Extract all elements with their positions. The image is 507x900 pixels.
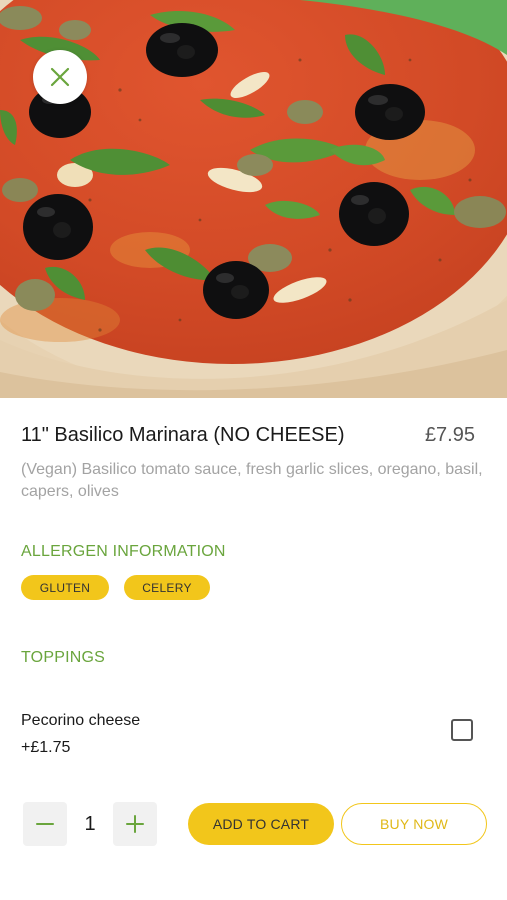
close-button[interactable]: [33, 50, 87, 104]
product-title: 11" Basilico Marinara (NO CHEESE): [21, 424, 345, 446]
quantity-value: 1: [84, 812, 96, 835]
product-description: (Vegan) Basilico tomato sauce, fresh gar…: [21, 461, 483, 500]
increase-quantity-button[interactable]: [113, 802, 157, 846]
decrease-quantity-button[interactable]: [23, 802, 67, 846]
product-header: 11" Basilico Marinara (NO CHEESE) £7.95: [21, 424, 487, 447]
plus-icon: [126, 815, 144, 833]
toppings-heading: TOPPINGS: [21, 649, 105, 666]
allergen-badge-celery: CELERY: [124, 575, 210, 600]
close-icon: [50, 67, 70, 87]
allergen-badge-gluten: GLUTEN: [21, 575, 109, 600]
add-to-cart-button[interactable]: ADD TO CART: [188, 803, 334, 845]
topping-name: Pecorino cheese: [21, 712, 141, 729]
topping-checkbox[interactable]: [451, 719, 473, 741]
buy-now-button[interactable]: BUY NOW: [341, 803, 487, 845]
minus-icon: [36, 823, 54, 825]
topping-price: +£1.75: [21, 739, 71, 756]
product-price: £7.95: [424, 424, 475, 446]
allergen-heading: ALLERGEN INFORMATION: [21, 543, 226, 560]
